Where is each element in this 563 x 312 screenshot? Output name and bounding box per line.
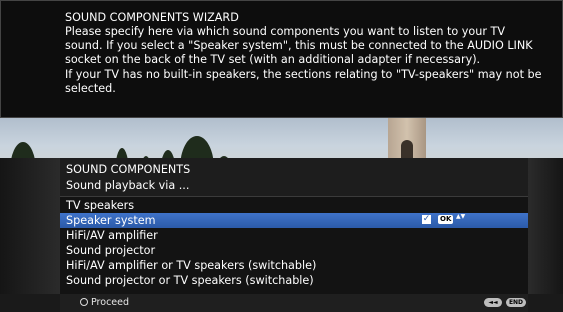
checkbox-checked-icon[interactable]: ✓ xyxy=(422,215,431,224)
panel-right-margin xyxy=(528,158,563,294)
back-button[interactable]: ◄◄ xyxy=(484,298,502,307)
option-label: Sound projector xyxy=(66,244,156,257)
option-label: Speaker system xyxy=(66,214,156,227)
option-label: HiFi/AV amplifier or TV speakers (switch… xyxy=(66,259,317,272)
option-tv-speakers[interactable]: TV speakers xyxy=(60,198,528,213)
proceed-icon xyxy=(80,298,88,306)
proceed-label: Proceed xyxy=(91,297,130,308)
menu-header: SOUND COMPONENTS Sound playback via ... xyxy=(60,158,528,197)
footer-bar: Proceed ◄◄ END xyxy=(60,294,528,312)
footer-right-margin xyxy=(528,294,563,312)
bell-tower-window xyxy=(401,140,413,158)
up-down-arrows-icon: ▲▼ xyxy=(456,213,466,220)
ok-icon: OK xyxy=(438,215,454,224)
options-list: TV speakers Speaker system ✓ OK ▲▼ HiFi/… xyxy=(60,198,528,288)
option-sound-projector[interactable]: Sound projector xyxy=(60,243,528,258)
option-label: TV speakers xyxy=(66,199,135,212)
wizard-description: Please specify here via which sound comp… xyxy=(65,25,542,95)
footer-left-margin xyxy=(0,294,60,312)
option-label: HiFi/AV amplifier xyxy=(66,229,158,242)
option-projector-or-tv-switchable[interactable]: Sound projector or TV speakers (switchab… xyxy=(60,273,528,288)
panel-left-margin xyxy=(0,158,60,294)
option-hifi-av-amplifier[interactable]: HiFi/AV amplifier xyxy=(60,228,528,243)
option-speaker-system[interactable]: Speaker system ✓ OK ▲▼ xyxy=(60,213,528,228)
sound-components-menu: SOUND COMPONENTS Sound playback via ... … xyxy=(60,158,528,294)
option-hifi-or-tv-switchable[interactable]: HiFi/AV amplifier or TV speakers (switch… xyxy=(60,258,528,273)
wizard-title: SOUND COMPONENTS WIZARD xyxy=(65,11,239,24)
menu-subtitle: Sound playback via ... xyxy=(66,179,190,192)
end-button[interactable]: END xyxy=(506,298,526,307)
menu-title: SOUND COMPONENTS xyxy=(66,163,191,176)
proceed-hint[interactable]: Proceed xyxy=(80,297,129,308)
tv-screen: SOUND COMPONENTS WIZARD Please specify h… xyxy=(0,0,563,312)
option-label: Sound projector or TV speakers (switchab… xyxy=(66,274,314,287)
wizard-info-panel: SOUND COMPONENTS WIZARD Please specify h… xyxy=(0,0,563,118)
